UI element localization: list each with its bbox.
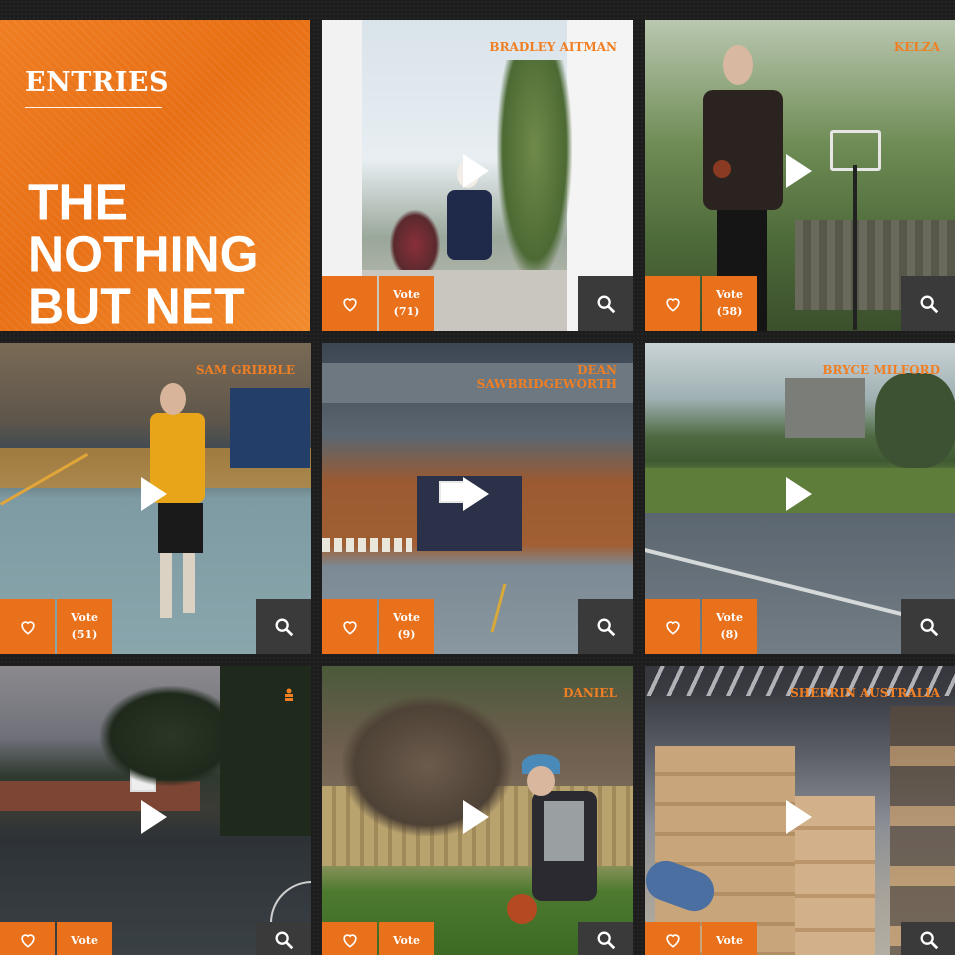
- like-button[interactable]: [645, 922, 700, 955]
- play-icon[interactable]: [786, 477, 812, 511]
- vote-button[interactable]: Vote: [702, 922, 757, 955]
- search-icon: [597, 295, 615, 313]
- entrant-name[interactable]: SAM GRIBBLE: [196, 363, 295, 377]
- zoom-button[interactable]: [578, 922, 633, 955]
- zoom-button[interactable]: [256, 599, 311, 654]
- vote-label: Vote: [393, 934, 420, 947]
- vote-button[interactable]: Vote (51): [57, 599, 112, 654]
- entry-card[interactable]: Vote: [0, 666, 311, 955]
- heart-icon: [665, 620, 680, 635]
- entrant-name[interactable]: KELZA: [894, 40, 940, 54]
- search-icon: [920, 931, 938, 949]
- play-icon[interactable]: [463, 154, 489, 188]
- vote-button[interactable]: Vote (9): [379, 599, 434, 654]
- entrant-name[interactable]: SHERRIN AUSTRALIA: [790, 686, 940, 700]
- vote-label: Vote: [393, 611, 420, 624]
- like-button[interactable]: [0, 922, 55, 955]
- search-icon: [920, 618, 938, 636]
- vote-label: Vote: [71, 934, 98, 947]
- entry-card[interactable]: DEAN SAWBRIDGEWORTH Vote (9): [322, 343, 633, 654]
- vote-button[interactable]: Vote (58): [702, 276, 757, 331]
- vote-button[interactable]: Vote (71): [379, 276, 434, 331]
- vote-label: Vote: [71, 611, 98, 624]
- search-icon: [597, 931, 615, 949]
- search-icon: [275, 931, 293, 949]
- vote-button[interactable]: Vote (8): [702, 599, 757, 654]
- search-icon: [597, 618, 615, 636]
- entries-header-tile: ENTRIES THE NOTHING BUT NET: [0, 20, 310, 331]
- heart-icon: [342, 933, 357, 948]
- zoom-button[interactable]: [578, 276, 633, 331]
- competition-title: THE NOTHING BUT NET: [28, 176, 259, 331]
- vote-button[interactable]: Vote: [57, 922, 112, 955]
- entry-card[interactable]: BRADLEY AITMAN Vote (71): [322, 20, 633, 331]
- entries-label: ENTRIES: [25, 67, 169, 98]
- heart-icon: [342, 297, 357, 312]
- heart-icon: [665, 933, 680, 948]
- entries-divider: [25, 107, 162, 108]
- play-icon[interactable]: [463, 477, 489, 511]
- vote-count: (51): [71, 628, 98, 641]
- vote-label: Vote: [716, 288, 743, 301]
- vote-label: Vote: [716, 611, 743, 624]
- entry-card[interactable]: SAM GRIBBLE Vote (51): [0, 343, 311, 654]
- heart-icon: [342, 620, 357, 635]
- vote-count: (58): [716, 305, 743, 318]
- play-icon[interactable]: [786, 154, 812, 188]
- heart-icon: [20, 933, 35, 948]
- title-line-2: NOTHING: [28, 225, 259, 283]
- vote-label: Vote: [393, 288, 420, 301]
- like-button[interactable]: [322, 922, 377, 955]
- like-button[interactable]: [645, 276, 700, 331]
- entrant-name[interactable]: DANIEL: [563, 686, 617, 700]
- title-line-1: THE: [28, 173, 128, 231]
- vote-label: Vote: [716, 934, 743, 947]
- like-button[interactable]: [322, 276, 377, 331]
- title-line-3: BUT NET: [28, 277, 245, 331]
- entry-card[interactable]: DANIEL Vote: [322, 666, 633, 955]
- zoom-button[interactable]: [901, 276, 955, 331]
- play-icon[interactable]: [463, 800, 489, 834]
- like-button[interactable]: [322, 599, 377, 654]
- zoom-button[interactable]: [901, 599, 955, 654]
- zoom-button[interactable]: [256, 922, 311, 955]
- zoom-button[interactable]: [901, 922, 955, 955]
- vote-count: (9): [397, 628, 416, 641]
- entry-card[interactable]: BRYCE MILFORD Vote (8): [645, 343, 955, 654]
- entrant-name[interactable]: BRYCE MILFORD: [822, 363, 940, 377]
- vote-button[interactable]: Vote: [379, 922, 434, 955]
- entry-card[interactable]: KELZA Vote (58): [645, 20, 955, 331]
- vote-count: (8): [720, 628, 739, 641]
- play-icon[interactable]: [141, 800, 167, 834]
- search-icon: [920, 295, 938, 313]
- play-icon[interactable]: [141, 477, 167, 511]
- zoom-button[interactable]: [578, 599, 633, 654]
- entry-card[interactable]: SHERRIN AUSTRALIA Vote: [645, 666, 955, 955]
- person-icon: [283, 688, 295, 706]
- like-button[interactable]: [0, 599, 55, 654]
- vote-count: (71): [393, 305, 420, 318]
- heart-icon: [665, 297, 680, 312]
- entrant-name[interactable]: DEAN SAWBRIDGEWORTH: [467, 363, 617, 391]
- play-icon[interactable]: [786, 800, 812, 834]
- search-icon: [275, 618, 293, 636]
- like-button[interactable]: [645, 599, 700, 654]
- heart-icon: [20, 620, 35, 635]
- entrant-name[interactable]: BRADLEY AITMAN: [489, 40, 617, 54]
